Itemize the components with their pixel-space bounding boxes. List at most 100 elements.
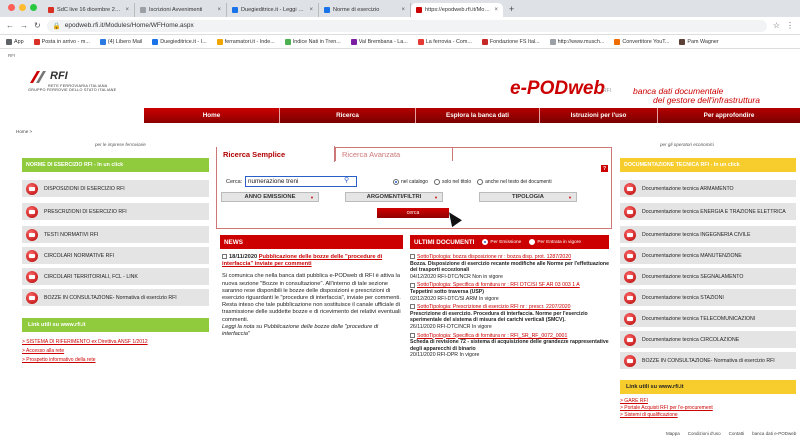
- bookmark[interactable]: ferramatori.it - Inde...: [216, 38, 275, 45]
- menu-dots-icon[interactable]: ⋮: [786, 21, 794, 30]
- bookmark[interactable]: Posta in arrivo - m...: [33, 38, 90, 45]
- document-icon: [624, 270, 636, 283]
- radio-titolo[interactable]: solo nel titolo: [433, 179, 471, 185]
- menu-ricerca[interactable]: Ricerca: [280, 108, 416, 123]
- dropdown-tipologia[interactable]: TIPOLOGIA ▼: [479, 192, 577, 202]
- browser-tab-active[interactable]: https://epodweb.rfi.it/Modules/×: [411, 3, 503, 17]
- document-icon: [624, 333, 636, 346]
- left-item[interactable]: PRESCRIZIONI DI ESERCIZIO RFI: [22, 203, 209, 220]
- search-input[interactable]: [245, 176, 357, 187]
- radio-testo[interactable]: anche nel testo dei documenti: [477, 179, 552, 185]
- right-item[interactable]: Documentazione tecnica INGEGNERIA CIVILE: [620, 226, 796, 243]
- page-icon: [417, 38, 424, 45]
- document-icon: [26, 182, 38, 195]
- close-tab-icon[interactable]: ×: [401, 7, 405, 13]
- right-item[interactable]: Documentazione tecnica TELECOMUNICAZIONI: [620, 310, 796, 327]
- radio-catalogo[interactable]: nel catalogo: [393, 179, 428, 185]
- browser-tab[interactable]: Duegieditrice.it - Leggi argome×: [227, 3, 319, 17]
- link-prospetto[interactable]: > Prospetto informativo della rete: [22, 356, 148, 365]
- close-tab-icon[interactable]: ×: [217, 7, 221, 13]
- star-icon[interactable]: ☆: [773, 21, 780, 30]
- bookmark[interactable]: Val Brembana - La...: [350, 38, 408, 45]
- help-icon[interactable]: ?: [601, 165, 608, 172]
- news-note[interactable]: Leggi la nota su Pubblicazione delle boz…: [222, 324, 402, 338]
- close-window-icon[interactable]: [8, 4, 15, 11]
- menu-home[interactable]: Home: [144, 108, 280, 123]
- document-icon: [624, 182, 636, 195]
- tab-ricerca-avanzata[interactable]: Ricerca Avanzata: [335, 147, 453, 161]
- bookmark[interactable]: Duegieditrice.it - I...: [152, 38, 207, 45]
- menu-istruzioni[interactable]: Istruzioni per l'uso: [540, 108, 658, 123]
- left-links: > SISTEMA DI RIFERIMENTO ex Direttiva AN…: [22, 338, 148, 365]
- menu-esplora[interactable]: Esplora la banca dati: [416, 108, 540, 123]
- document-icon: [410, 304, 415, 310]
- right-item[interactable]: Documentazione tecnica STAZIONI: [620, 289, 796, 306]
- link-accesso-rete[interactable]: > Accesso alla rete: [22, 347, 148, 356]
- dropdown-anno[interactable]: ANNO EMISSIONE ▼: [221, 192, 319, 202]
- footer-contatti[interactable]: Contatti: [729, 431, 745, 436]
- browser-tab[interactable]: Iscrizioni Avvenimenti ×: [135, 3, 227, 17]
- document-icon: [410, 254, 415, 260]
- footer-banca-dati[interactable]: banca dati e-PODweb: [752, 431, 796, 436]
- radio-per-entrata[interactable]: Per Entrata in vigore: [529, 239, 581, 245]
- browser-tab[interactable]: SdC live 16 dicembre 2020 - ×: [43, 3, 135, 17]
- maximize-window-icon[interactable]: [30, 4, 37, 11]
- link-qualificazione[interactable]: > Sistemi di qualificazione: [620, 412, 713, 419]
- bookmark[interactable]: Pam Wagner: [679, 38, 719, 45]
- minimize-window-icon[interactable]: [19, 4, 26, 11]
- url-field[interactable]: 🔒 epodweb.rfi.it/Modules/Home/WFHome.aspx: [46, 19, 767, 32]
- right-item[interactable]: Documentazione tecnica SEGNALAMENTO: [620, 268, 796, 285]
- caret-down-icon: ▼: [434, 194, 438, 200]
- right-item[interactable]: BOZZE IN CONSULTAZIONE- Normativa di ese…: [620, 352, 796, 369]
- bookmark[interactable]: App: [6, 38, 24, 45]
- brand-title: e-PODweb: [510, 78, 606, 99]
- bookmark[interactable]: Indice Nati in Tren...: [284, 38, 341, 45]
- new-tab-button[interactable]: +: [503, 4, 520, 17]
- footer-mappa[interactable]: Mappa: [666, 431, 680, 436]
- document-icon: [624, 205, 636, 218]
- right-item[interactable]: Documentazione tecnica ENERGIA E TRAZION…: [620, 203, 796, 220]
- breadcrumb[interactable]: Home >: [16, 129, 32, 134]
- left-item[interactable]: TESTI NORMATIVI RFI: [22, 226, 209, 243]
- right-item[interactable]: Documentazione tecnica CIRCOLAZIONE: [620, 331, 796, 348]
- site-small-label: RFI: [8, 53, 16, 58]
- close-tab-icon[interactable]: ×: [494, 7, 498, 13]
- tab-ricerca-semplice[interactable]: Ricerca Semplice: [217, 146, 335, 162]
- left-caption: per le imprese ferroviarie: [95, 142, 146, 147]
- right-item[interactable]: Documentazione tecnica ARMAMENTO: [620, 180, 796, 197]
- news-header: NEWS: [220, 235, 403, 249]
- browser-tab[interactable]: Norme di esercizio ×: [319, 3, 411, 17]
- search-button[interactable]: cerca: [377, 208, 449, 218]
- bookmark[interactable]: La ferrovia - Com...: [417, 38, 472, 45]
- left-item[interactable]: CIRCOLARI NORMATIVE RFI: [22, 247, 209, 264]
- document-icon: [624, 249, 636, 262]
- tagline-2: del gestore dell'infrastruttura: [653, 95, 760, 105]
- back-icon[interactable]: ←: [6, 21, 14, 30]
- bookmark[interactable]: Convertitore YouT...: [614, 38, 669, 45]
- left-item[interactable]: BOZZE IN CONSULTAZIONE- Normativa di ese…: [22, 289, 209, 306]
- right-item[interactable]: Documentazione tecnica MANUTENZIONE: [620, 247, 796, 264]
- footer-condizioni[interactable]: Condizioni d'uso: [688, 431, 721, 436]
- link-gare[interactable]: > GARE RFI: [620, 398, 713, 405]
- search-icon[interactable]: ⚲: [344, 176, 349, 184]
- radio-per-emissione[interactable]: Per Emissione: [482, 239, 521, 245]
- window-controls: [0, 4, 43, 17]
- ultimi-list: SottoTipologia: bozza disposizione nr : …: [410, 254, 609, 361]
- rfi-logo[interactable]: RFI RETE FERROVIARIA ITALIANA GRUPPO FERR…: [28, 70, 138, 96]
- document-icon: [26, 270, 38, 283]
- link-sistema-riferimento[interactable]: > SISTEMA DI RIFERIMENTO ex Direttiva AN…: [22, 338, 148, 347]
- reload-icon[interactable]: ↻: [34, 21, 41, 30]
- forward-icon[interactable]: →: [20, 21, 28, 30]
- gmail-icon: [33, 38, 40, 45]
- left-item[interactable]: CIRCOLARI TERRITORIALI, FCL - LINK: [22, 268, 209, 285]
- bookmark[interactable]: (4) Libero Mail: [99, 38, 142, 45]
- dropdown-argomenti[interactable]: ARGOMENTI/FILTRI ▼: [345, 192, 443, 202]
- close-tab-icon[interactable]: ×: [309, 7, 313, 13]
- left-item[interactable]: DISPOSIZIONI DI ESERCIZIO RFI: [22, 180, 209, 197]
- link-portale-acquisti[interactable]: > Portale Acquisti RFI per l'e-procureme…: [620, 405, 713, 412]
- bookmark[interactable]: http://www.musch...: [549, 38, 604, 45]
- bookmark[interactable]: Fondazione FS Ital...: [481, 38, 540, 45]
- close-tab-icon[interactable]: ×: [125, 7, 129, 13]
- menu-approfondire[interactable]: Per approfondire: [658, 108, 800, 123]
- document-icon: [26, 249, 38, 262]
